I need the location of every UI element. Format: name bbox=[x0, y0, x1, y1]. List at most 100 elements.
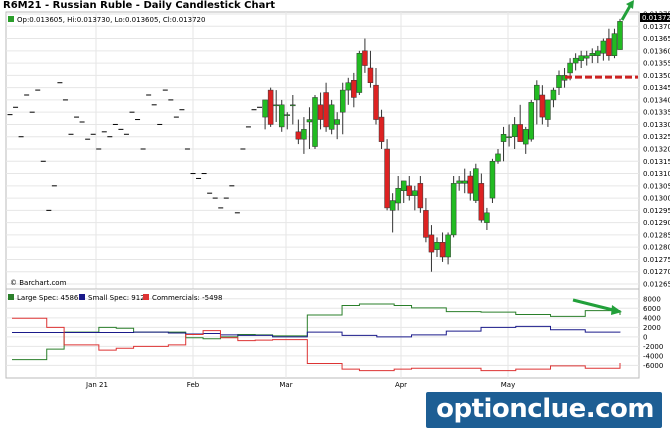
candle-body bbox=[412, 190, 418, 196]
price-tick-label: 0.013550 bbox=[643, 60, 670, 68]
cot-tick-label: 8000 bbox=[643, 295, 661, 303]
candle-body bbox=[312, 97, 318, 147]
candle bbox=[384, 139, 390, 211]
candle-body bbox=[428, 234, 435, 253]
price-legend-text: Op:0.013605, Hi:0.013730, Lo:0.013605, C… bbox=[17, 16, 205, 24]
candle-body bbox=[395, 188, 401, 204]
candle-body bbox=[284, 114, 291, 116]
candle-body bbox=[323, 92, 329, 128]
candle-body bbox=[456, 180, 462, 184]
price-tick-label: 0.013000 bbox=[643, 195, 670, 203]
candle-body bbox=[473, 168, 479, 201]
candle-body bbox=[267, 89, 274, 125]
price-tick-label: 0.013100 bbox=[643, 170, 670, 178]
candle bbox=[450, 176, 457, 238]
date-label: May bbox=[501, 381, 515, 389]
candle-body bbox=[339, 89, 346, 113]
cot-tick-label: 4000 bbox=[643, 314, 661, 322]
price-legend-swatch bbox=[8, 16, 14, 22]
candle-body bbox=[589, 53, 596, 56]
candle-body bbox=[495, 153, 501, 162]
price-axis: 0.012650 0.012700 0.012750 0.012800 0.012850… bbox=[643, 11, 670, 289]
candle-body bbox=[423, 210, 429, 238]
candle-body bbox=[522, 129, 529, 145]
candle-body bbox=[273, 104, 279, 107]
last-price-label: 0.013720 bbox=[642, 14, 670, 22]
candle bbox=[267, 87, 274, 127]
candle-body bbox=[450, 183, 457, 236]
price-tick-label: 0.013450 bbox=[643, 84, 670, 92]
last-price-marker: 0.013720 bbox=[640, 13, 670, 22]
cot-legend-label: Commercials: -5498 bbox=[152, 294, 222, 302]
candle-body bbox=[384, 148, 390, 209]
candle-body bbox=[511, 124, 518, 137]
candle-body bbox=[334, 119, 340, 125]
price-tick-label: 0.012950 bbox=[643, 207, 670, 215]
candle-body bbox=[445, 234, 451, 258]
candle-body bbox=[367, 67, 374, 83]
cot-legend-label: Large Spec: 4586 bbox=[17, 294, 79, 302]
price-tick-label: 0.012700 bbox=[643, 268, 670, 276]
candle-body bbox=[434, 242, 440, 250]
candle-body bbox=[572, 57, 579, 64]
candle-body bbox=[400, 180, 407, 191]
candle-body bbox=[373, 84, 379, 120]
price-tick-label: 0.012800 bbox=[643, 244, 670, 252]
candle bbox=[617, 18, 623, 50]
cot-legend-swatch bbox=[143, 294, 149, 300]
price-tick-label: 0.012850 bbox=[643, 231, 670, 239]
candle-body bbox=[301, 129, 307, 140]
candle-body bbox=[351, 80, 357, 98]
candle bbox=[328, 99, 335, 135]
candle-body bbox=[417, 183, 424, 209]
price-tick-label: 0.013350 bbox=[643, 109, 670, 117]
candle-body bbox=[306, 119, 313, 123]
candle-body bbox=[356, 53, 363, 93]
price-tick-label: 0.013700 bbox=[643, 23, 670, 31]
candle-body bbox=[617, 21, 623, 50]
price-tick-label: 0.012650 bbox=[643, 281, 670, 289]
candle-body bbox=[556, 75, 562, 88]
candle bbox=[473, 163, 479, 203]
candle-body bbox=[500, 134, 507, 142]
candle-body bbox=[295, 131, 302, 140]
candle-body bbox=[611, 33, 618, 56]
candle-body bbox=[567, 62, 573, 74]
cot-tick-label: -2000 bbox=[643, 343, 663, 351]
candle bbox=[528, 99, 535, 142]
candle-body bbox=[534, 84, 540, 101]
candle-body bbox=[600, 40, 607, 54]
cot-tick-label: -4000 bbox=[643, 352, 663, 360]
candle-body bbox=[362, 50, 368, 66]
candle-body bbox=[328, 104, 335, 130]
price-tick-label: 0.013150 bbox=[643, 158, 670, 166]
price-tick-label: 0.013050 bbox=[643, 182, 670, 190]
candle-body bbox=[467, 175, 474, 194]
cot-legend: Large Spec: 4586 Small Spec: 912 Commercia… bbox=[8, 294, 222, 302]
date-label: Feb bbox=[187, 381, 200, 389]
price-tick-label: 0.013300 bbox=[643, 121, 670, 129]
candle-body bbox=[439, 242, 446, 258]
candle-body bbox=[484, 212, 490, 223]
price-tick-label: 0.013250 bbox=[643, 133, 670, 141]
candle-body bbox=[583, 55, 590, 59]
cot-tick-label: 0 bbox=[643, 333, 647, 341]
copyright-text: © Barchart.com bbox=[10, 279, 67, 287]
date-label: Jan 21 bbox=[85, 381, 108, 389]
candle-body bbox=[528, 102, 535, 140]
price-tick-label: 0.013200 bbox=[643, 146, 670, 154]
candle-body bbox=[606, 38, 612, 56]
candle bbox=[356, 50, 363, 95]
date-axis: Jan 21 Feb Mar Apr May bbox=[85, 381, 515, 389]
cot-legend-label: Small Spec: 912 bbox=[88, 294, 145, 302]
price-tick-label: 0.013500 bbox=[643, 72, 670, 80]
candle-body bbox=[406, 185, 413, 196]
price-legend: Op:0.013605, Hi:0.013730, Lo:0.013605, C… bbox=[8, 16, 205, 24]
price-tick-label: 0.012900 bbox=[643, 219, 670, 227]
candle-body bbox=[461, 180, 468, 184]
candle bbox=[278, 99, 285, 132]
candle-body bbox=[506, 136, 512, 138]
price-tick-label: 0.013600 bbox=[643, 47, 670, 55]
candle-body bbox=[278, 104, 285, 128]
candle-body bbox=[345, 82, 352, 91]
